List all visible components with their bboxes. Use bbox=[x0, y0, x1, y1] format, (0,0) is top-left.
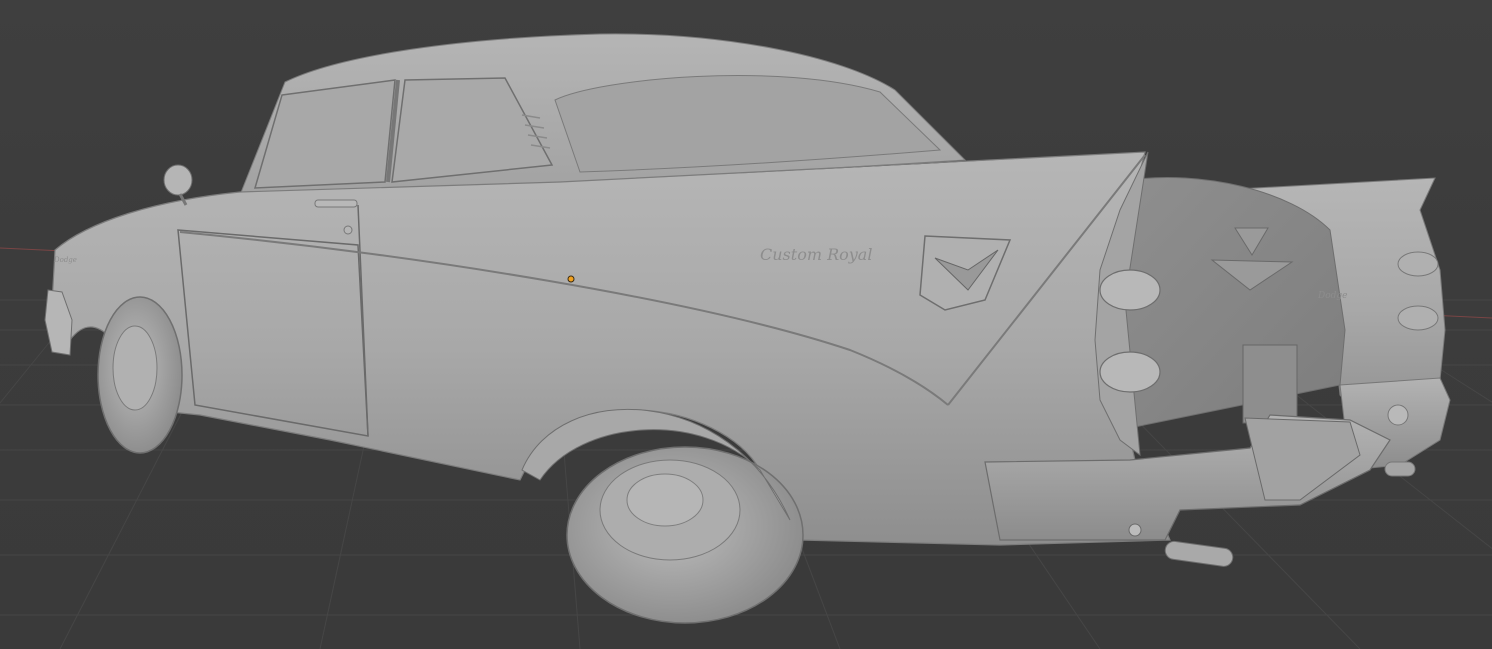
bumper-guard bbox=[1244, 417, 1361, 501]
rear-wheel bbox=[566, 446, 804, 624]
side-mirror bbox=[163, 164, 193, 196]
viewport-canvas[interactable]: Dodge Custom Royal Dodge bbox=[0, 0, 1492, 649]
front-script: Dodge bbox=[53, 256, 77, 264]
car-model[interactable]: Dodge Custom Royal Dodge bbox=[44, 33, 1451, 624]
side-window-front bbox=[253, 79, 396, 189]
license-plate bbox=[1242, 344, 1298, 424]
custom-royal-script: Custom Royal bbox=[760, 245, 872, 264]
object-origin-marker[interactable] bbox=[567, 275, 575, 283]
3d-viewport[interactable]: Dodge Custom Royal Dodge bbox=[0, 0, 1492, 649]
front-wheel bbox=[97, 296, 183, 454]
trunk-script: Dodge bbox=[1317, 291, 1347, 301]
far-bumper-light bbox=[1387, 404, 1409, 426]
door-lock bbox=[343, 225, 353, 235]
exhaust-pipe bbox=[1164, 540, 1234, 567]
far-exhaust-pipe bbox=[1384, 461, 1416, 477]
bumper-bolt bbox=[1128, 523, 1142, 537]
door-handle bbox=[314, 199, 358, 208]
